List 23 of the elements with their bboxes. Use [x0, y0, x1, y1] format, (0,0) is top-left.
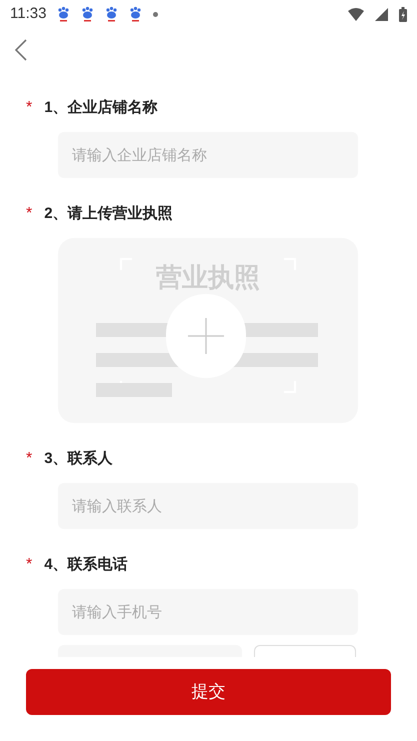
submit-button[interactable]: 提交 — [26, 669, 391, 715]
input-field[interactable]: 请输入联系人 — [58, 483, 358, 529]
battery-icon — [399, 6, 407, 22]
field-label: 1、企业店铺名称 — [44, 98, 158, 118]
field-label: 4、联系电话 — [44, 554, 128, 575]
input-field[interactable]: 请输入企业店铺名称 — [58, 132, 358, 178]
signal-icon — [375, 8, 388, 20]
input-field[interactable]: 请输入手机号 — [58, 589, 358, 635]
paw-icon — [81, 6, 94, 22]
back-icon[interactable] — [14, 39, 28, 61]
paw-icon — [129, 6, 142, 22]
field-label: 3、联系人 — [44, 448, 113, 469]
required-mark: * — [26, 98, 32, 118]
required-mark: * — [26, 555, 32, 575]
field-label: 2、请上传营业执照 — [44, 204, 173, 224]
required-mark: * — [26, 449, 32, 469]
required-mark: * — [26, 204, 32, 224]
status-time: 11:33 — [10, 4, 46, 24]
paw-icon — [105, 6, 118, 22]
dot-icon — [153, 12, 158, 16]
paw-icon — [57, 6, 70, 22]
wifi-icon — [348, 8, 364, 20]
plus-icon — [188, 318, 224, 354]
